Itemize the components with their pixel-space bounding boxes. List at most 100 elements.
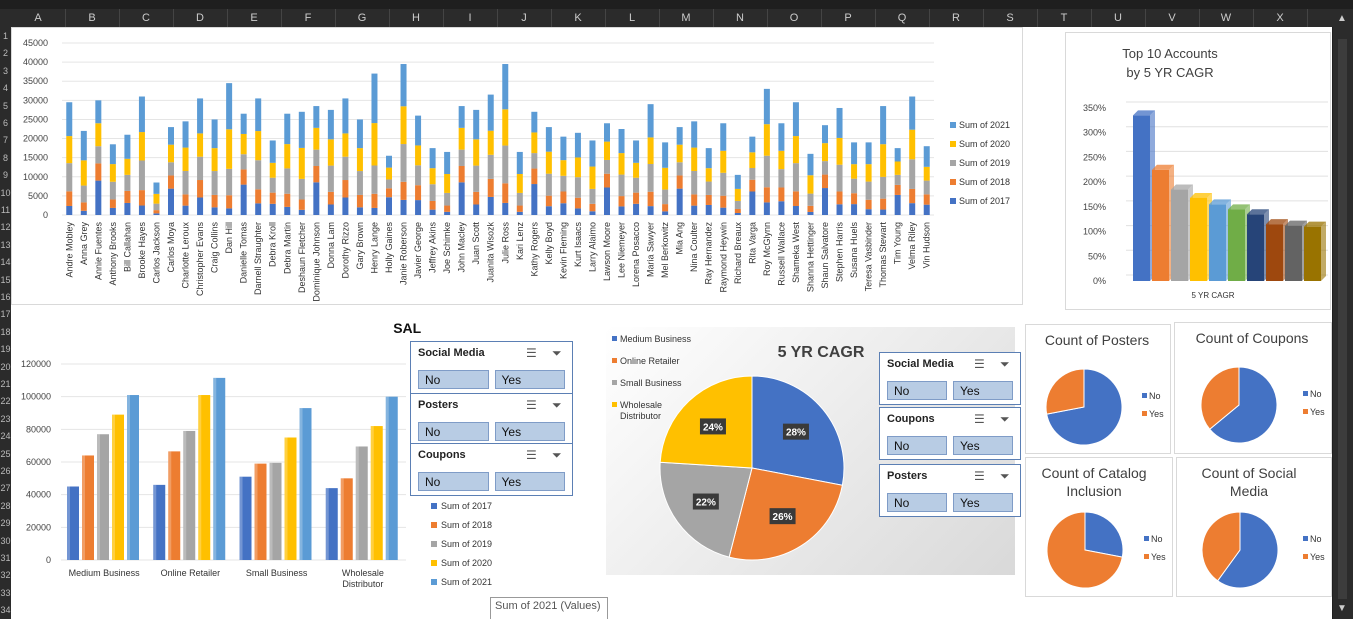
column-header[interactable]: W — [1199, 9, 1254, 27]
scroll-thumb[interactable] — [1338, 39, 1347, 599]
slicer-no-button[interactable]: No — [887, 381, 947, 400]
slicer-social-media[interactable]: Social Media ☰ ⏷ No Yes — [879, 352, 1021, 405]
column-header[interactable]: Q — [875, 9, 930, 27]
row-header[interactable]: 31 — [0, 553, 11, 563]
x-tick-label: Shameka West — [791, 222, 801, 283]
row-header[interactable]: 7 — [0, 135, 11, 145]
column-header[interactable]: F — [281, 9, 336, 27]
scroll-down-icon[interactable]: ▼ — [1337, 603, 1347, 614]
vertical-scrollbar[interactable]: ▲ ▼ — [1333, 9, 1353, 619]
column-header[interactable]: D — [173, 9, 228, 27]
scroll-up-icon[interactable]: ▲ — [1337, 13, 1347, 24]
slicer-yes-button[interactable]: Yes — [953, 436, 1013, 455]
row-header[interactable]: 28 — [0, 501, 11, 511]
slicer-yes-button[interactable]: Yes — [494, 422, 565, 441]
row-header[interactable]: 8 — [0, 153, 11, 163]
row-header[interactable]: 5 — [0, 101, 11, 111]
slicer-no-button[interactable]: No — [418, 422, 489, 441]
row-header[interactable]: 32 — [0, 570, 11, 580]
row-header[interactable]: 15 — [0, 275, 11, 285]
slicer-yes-button[interactable]: Yes — [494, 472, 565, 491]
slicer-no-button[interactable]: No — [418, 472, 489, 491]
row-header[interactable]: 10 — [0, 188, 11, 198]
row-header[interactable]: 25 — [0, 449, 11, 459]
slicer-no-button[interactable]: No — [887, 493, 947, 512]
clear-filter-icon[interactable]: ⏷ — [552, 448, 562, 463]
clear-filter-icon[interactable]: ⏷ — [1000, 469, 1010, 484]
column-header[interactable]: L — [605, 9, 660, 27]
pie-count-of-coupons[interactable]: Count of Coupons No Yes — [1174, 322, 1332, 454]
row-header[interactable]: 34 — [0, 605, 11, 615]
multi-select-icon[interactable]: ☰ — [526, 346, 537, 360]
column-header[interactable]: A — [11, 9, 66, 27]
column-header[interactable]: T — [1037, 9, 1092, 27]
slicer-social-media[interactable]: Social Media ☰ ⏷ No Yes — [410, 341, 573, 394]
slicer-posters[interactable]: Posters ☰ ⏷ No Yes — [410, 393, 573, 446]
row-header[interactable]: 2 — [0, 48, 11, 58]
slicer-yes-button[interactable]: Yes — [953, 381, 1013, 400]
row-header[interactable]: 21 — [0, 379, 11, 389]
row-header[interactable]: 14 — [0, 257, 11, 267]
clear-filter-icon[interactable]: ⏷ — [552, 398, 562, 413]
row-header[interactable]: 23 — [0, 414, 11, 424]
multi-select-icon[interactable]: ☰ — [974, 412, 985, 426]
row-header[interactable]: 20 — [0, 362, 11, 372]
row-header[interactable]: 1 — [0, 31, 11, 41]
row-header[interactable]: 17 — [0, 309, 11, 319]
multi-select-icon[interactable]: ☰ — [526, 398, 537, 412]
row-header[interactable]: 3 — [0, 66, 11, 76]
stacked-sales-chart[interactable]: 45000 40000 35000 30000 25000 20000 15000 10000… — [11, 27, 1023, 305]
column-header[interactable]: G — [335, 9, 390, 27]
row-header[interactable]: 24 — [0, 431, 11, 441]
row-header[interactable]: 27 — [0, 483, 11, 493]
column-header[interactable]: C — [119, 9, 174, 27]
column-header[interactable]: B — [65, 9, 120, 27]
column-header[interactable]: O — [767, 9, 822, 27]
row-header[interactable]: 12 — [0, 222, 11, 232]
slicer-posters[interactable]: Posters ☰ ⏷ No Yes — [879, 464, 1021, 517]
slicer-no-button[interactable]: No — [418, 370, 489, 389]
multi-select-icon[interactable]: ☰ — [526, 448, 537, 462]
top10-cagr-chart[interactable]: Top 10 Accounts by 5 YR CAGR 350% 300% 250% 2… — [1065, 32, 1331, 310]
column-header[interactable]: S — [983, 9, 1038, 27]
row-header[interactable]: 9 — [0, 170, 11, 180]
pie-count-of-posters[interactable]: Count of Posters No Yes — [1025, 324, 1171, 454]
pie-count-of-catalog-inclusion[interactable]: Count of Catalog Inclusion No Yes — [1025, 457, 1173, 597]
column-header[interactable]: J — [497, 9, 552, 27]
row-header[interactable]: 16 — [0, 292, 11, 302]
pie-count-of-social-media[interactable]: Count of Social Media No Yes — [1176, 457, 1332, 597]
row-header[interactable]: 19 — [0, 344, 11, 354]
slicer-yes-button[interactable]: Yes — [494, 370, 565, 389]
column-header[interactable]: X — [1253, 9, 1308, 27]
column-header[interactable]: V — [1145, 9, 1200, 27]
row-header[interactable]: 6 — [0, 118, 11, 128]
column-header[interactable]: K — [551, 9, 606, 27]
sales-by-account-type-chart[interactable]: SALES BY ACCOUNT TYPE 120000 100000 80000 60… — [11, 317, 577, 617]
row-header[interactable]: 13 — [0, 240, 11, 250]
column-header[interactable]: N — [713, 9, 768, 27]
clear-filter-icon[interactable]: ⏷ — [552, 346, 562, 361]
multi-select-icon[interactable]: ☰ — [974, 357, 985, 371]
column-header[interactable]: M — [659, 9, 714, 27]
slicer-yes-button[interactable]: Yes — [953, 493, 1013, 512]
row-header[interactable]: 22 — [0, 396, 11, 406]
slicer-coupons[interactable]: Coupons ☰ ⏷ No Yes — [410, 443, 573, 496]
row-header[interactable]: 4 — [0, 83, 11, 93]
column-header[interactable]: R — [929, 9, 984, 27]
column-header[interactable]: H — [389, 9, 444, 27]
column-header[interactable]: U — [1091, 9, 1146, 27]
row-header[interactable]: 26 — [0, 466, 11, 476]
row-header[interactable]: 18 — [0, 327, 11, 337]
row-header[interactable]: 29 — [0, 518, 11, 528]
column-header[interactable]: E — [227, 9, 282, 27]
row-header[interactable]: 33 — [0, 588, 11, 598]
slicer-no-button[interactable]: No — [887, 436, 947, 455]
multi-select-icon[interactable]: ☰ — [974, 469, 985, 483]
clear-filter-icon[interactable]: ⏷ — [1000, 357, 1010, 372]
row-header[interactable]: 11 — [0, 205, 11, 215]
row-header[interactable]: 30 — [0, 536, 11, 546]
clear-filter-icon[interactable]: ⏷ — [1000, 412, 1010, 427]
column-header[interactable]: I — [443, 9, 498, 27]
column-header[interactable]: P — [821, 9, 876, 27]
slicer-coupons[interactable]: Coupons ☰ ⏷ No Yes — [879, 407, 1021, 460]
